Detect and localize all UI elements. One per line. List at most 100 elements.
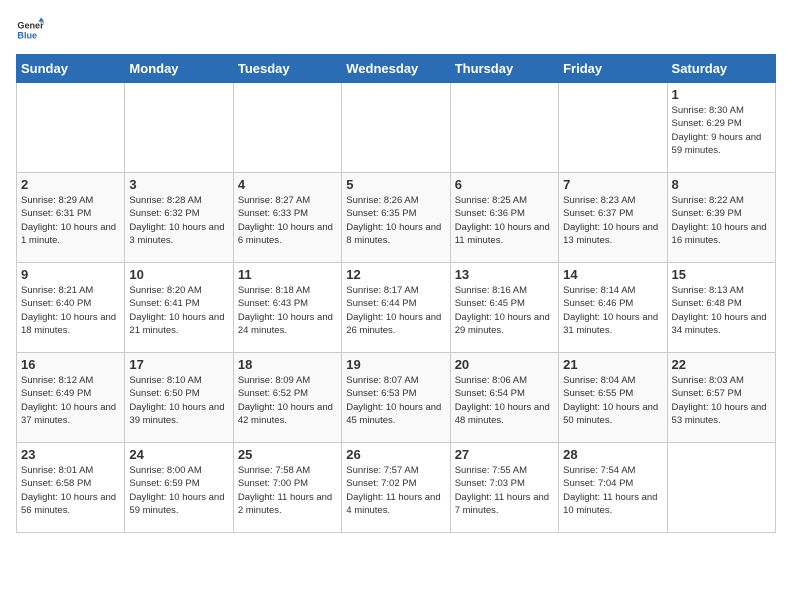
day-number: 5 xyxy=(346,177,445,192)
header-wednesday: Wednesday xyxy=(342,55,450,83)
calendar-cell: 23 Sunrise: 8:01 AM Sunset: 6:58 PM Dayli… xyxy=(17,443,125,533)
day-number: 11 xyxy=(238,267,337,282)
calendar-cell: 13 Sunrise: 8:16 AM Sunset: 6:45 PM Dayli… xyxy=(450,263,558,353)
calendar-cell: 5 Sunrise: 8:26 AM Sunset: 6:35 PM Daylig… xyxy=(342,173,450,263)
day-info: Sunrise: 7:58 AM Sunset: 7:00 PM Dayligh… xyxy=(238,464,337,517)
day-info: Sunrise: 8:28 AM Sunset: 6:32 PM Dayligh… xyxy=(129,194,228,247)
calendar-week-2: 2 Sunrise: 8:29 AM Sunset: 6:31 PM Daylig… xyxy=(17,173,776,263)
day-number: 9 xyxy=(21,267,120,282)
day-info: Sunrise: 8:26 AM Sunset: 6:35 PM Dayligh… xyxy=(346,194,445,247)
header: General Blue xyxy=(16,16,776,44)
calendar-cell: 3Sunrise: 8:28 AM Sunset: 6:32 PM Daylig… xyxy=(125,173,233,263)
day-info: Sunrise: 7:54 AM Sunset: 7:04 PM Dayligh… xyxy=(563,464,662,517)
calendar-week-3: 9Sunrise: 8:21 AM Sunset: 6:40 PM Daylig… xyxy=(17,263,776,353)
day-number: 25 xyxy=(238,447,337,462)
day-info: Sunrise: 8:07 AM Sunset: 6:53 PM Dayligh… xyxy=(346,374,445,427)
day-info: Sunrise: 8:27 AM Sunset: 6:33 PM Dayligh… xyxy=(238,194,337,247)
day-info: Sunrise: 8:00 AM Sunset: 6:59 PM Dayligh… xyxy=(129,464,228,517)
calendar-cell: 24 Sunrise: 8:00 AM Sunset: 6:59 PM Dayli… xyxy=(125,443,233,533)
calendar-week-4: 16 Sunrise: 8:12 AM Sunset: 6:49 PM Dayli… xyxy=(17,353,776,443)
day-info: Sunrise: 8:25 AM Sunset: 6:36 PM Dayligh… xyxy=(455,194,554,247)
header-sunday: Sunday xyxy=(17,55,125,83)
day-info: Sunrise: 8:22 AM Sunset: 6:39 PM Dayligh… xyxy=(672,194,771,247)
day-info: Sunrise: 8:12 AM Sunset: 6:49 PM Dayligh… xyxy=(21,374,120,427)
svg-text:General: General xyxy=(17,21,44,31)
day-number: 20 xyxy=(455,357,554,372)
day-number: 10 xyxy=(129,267,228,282)
day-info: Sunrise: 7:55 AM Sunset: 7:03 PM Dayligh… xyxy=(455,464,554,517)
day-info: Sunrise: 7:57 AM Sunset: 7:02 PM Dayligh… xyxy=(346,464,445,517)
day-number: 17 xyxy=(129,357,228,372)
day-number: 16 xyxy=(21,357,120,372)
calendar-cell: 22Sunrise: 8:03 AM Sunset: 6:57 PM Dayli… xyxy=(667,353,775,443)
day-info: Sunrise: 8:29 AM Sunset: 6:31 PM Dayligh… xyxy=(21,194,120,247)
day-number: 13 xyxy=(455,267,554,282)
day-info: Sunrise: 8:01 AM Sunset: 6:58 PM Dayligh… xyxy=(21,464,120,517)
day-number: 21 xyxy=(563,357,662,372)
day-info: Sunrise: 8:16 AM Sunset: 6:45 PM Dayligh… xyxy=(455,284,554,337)
logo-icon: General Blue xyxy=(16,16,44,44)
day-number: 19 xyxy=(346,357,445,372)
day-info: Sunrise: 8:30 AM Sunset: 6:29 PM Dayligh… xyxy=(672,104,771,157)
day-number: 4 xyxy=(238,177,337,192)
calendar-header-row: SundayMondayTuesdayWednesdayThursdayFrid… xyxy=(17,55,776,83)
calendar-cell xyxy=(342,83,450,173)
day-info: Sunrise: 8:04 AM Sunset: 6:55 PM Dayligh… xyxy=(563,374,662,427)
day-number: 24 xyxy=(129,447,228,462)
calendar-cell: 7 Sunrise: 8:23 AM Sunset: 6:37 PM Daylig… xyxy=(559,173,667,263)
calendar-cell: 26 Sunrise: 7:57 AM Sunset: 7:02 PM Dayli… xyxy=(342,443,450,533)
calendar-cell: 4 Sunrise: 8:27 AM Sunset: 6:33 PM Daylig… xyxy=(233,173,341,263)
calendar-cell: 14 Sunrise: 8:14 AM Sunset: 6:46 PM Dayli… xyxy=(559,263,667,353)
day-number: 28 xyxy=(563,447,662,462)
calendar-cell: 12 Sunrise: 8:17 AM Sunset: 6:44 PM Dayli… xyxy=(342,263,450,353)
calendar-cell: 25 Sunrise: 7:58 AM Sunset: 7:00 PM Dayli… xyxy=(233,443,341,533)
calendar-cell: 9Sunrise: 8:21 AM Sunset: 6:40 PM Daylig… xyxy=(17,263,125,353)
calendar-cell: 28 Sunrise: 7:54 AM Sunset: 7:04 PM Dayli… xyxy=(559,443,667,533)
header-friday: Friday xyxy=(559,55,667,83)
day-number: 26 xyxy=(346,447,445,462)
calendar-cell: 18Sunrise: 8:09 AM Sunset: 6:52 PM Dayli… xyxy=(233,353,341,443)
day-number: 2 xyxy=(21,177,120,192)
calendar-cell xyxy=(233,83,341,173)
calendar-cell: 15Sunrise: 8:13 AM Sunset: 6:48 PM Dayli… xyxy=(667,263,775,353)
day-number: 12 xyxy=(346,267,445,282)
calendar-week-5: 23 Sunrise: 8:01 AM Sunset: 6:58 PM Dayli… xyxy=(17,443,776,533)
day-number: 22 xyxy=(672,357,771,372)
calendar-table: SundayMondayTuesdayWednesdayThursdayFrid… xyxy=(16,54,776,533)
calendar-cell: 19 Sunrise: 8:07 AM Sunset: 6:53 PM Dayli… xyxy=(342,353,450,443)
day-info: Sunrise: 8:10 AM Sunset: 6:50 PM Dayligh… xyxy=(129,374,228,427)
day-number: 6 xyxy=(455,177,554,192)
calendar-cell: 8 Sunrise: 8:22 AM Sunset: 6:39 PM Daylig… xyxy=(667,173,775,263)
calendar-cell: 1 Sunrise: 8:30 AM Sunset: 6:29 PM Daylig… xyxy=(667,83,775,173)
calendar-cell: 21 Sunrise: 8:04 AM Sunset: 6:55 PM Dayli… xyxy=(559,353,667,443)
header-saturday: Saturday xyxy=(667,55,775,83)
day-number: 8 xyxy=(672,177,771,192)
header-monday: Monday xyxy=(125,55,233,83)
calendar-week-1: 1 Sunrise: 8:30 AM Sunset: 6:29 PM Daylig… xyxy=(17,83,776,173)
calendar-cell: 6 Sunrise: 8:25 AM Sunset: 6:36 PM Daylig… xyxy=(450,173,558,263)
calendar-cell xyxy=(450,83,558,173)
calendar-cell: 10 Sunrise: 8:20 AM Sunset: 6:41 PM Dayli… xyxy=(125,263,233,353)
day-number: 27 xyxy=(455,447,554,462)
calendar-cell: 20 Sunrise: 8:06 AM Sunset: 6:54 PM Dayli… xyxy=(450,353,558,443)
day-info: Sunrise: 8:09 AM Sunset: 6:52 PM Dayligh… xyxy=(238,374,337,427)
calendar-cell: 2 Sunrise: 8:29 AM Sunset: 6:31 PM Daylig… xyxy=(17,173,125,263)
calendar-cell: 11Sunrise: 8:18 AM Sunset: 6:43 PM Dayli… xyxy=(233,263,341,353)
day-info: Sunrise: 8:20 AM Sunset: 6:41 PM Dayligh… xyxy=(129,284,228,337)
day-number: 7 xyxy=(563,177,662,192)
calendar-cell xyxy=(17,83,125,173)
header-thursday: Thursday xyxy=(450,55,558,83)
day-number: 23 xyxy=(21,447,120,462)
day-info: Sunrise: 8:06 AM Sunset: 6:54 PM Dayligh… xyxy=(455,374,554,427)
day-number: 1 xyxy=(672,87,771,102)
day-info: Sunrise: 8:23 AM Sunset: 6:37 PM Dayligh… xyxy=(563,194,662,247)
day-number: 15 xyxy=(672,267,771,282)
calendar-cell xyxy=(125,83,233,173)
day-number: 14 xyxy=(563,267,662,282)
calendar-cell: 17 Sunrise: 8:10 AM Sunset: 6:50 PM Dayli… xyxy=(125,353,233,443)
day-info: Sunrise: 8:14 AM Sunset: 6:46 PM Dayligh… xyxy=(563,284,662,337)
calendar-cell xyxy=(559,83,667,173)
svg-text:Blue: Blue xyxy=(17,30,37,40)
calendar-cell xyxy=(667,443,775,533)
day-info: Sunrise: 8:17 AM Sunset: 6:44 PM Dayligh… xyxy=(346,284,445,337)
